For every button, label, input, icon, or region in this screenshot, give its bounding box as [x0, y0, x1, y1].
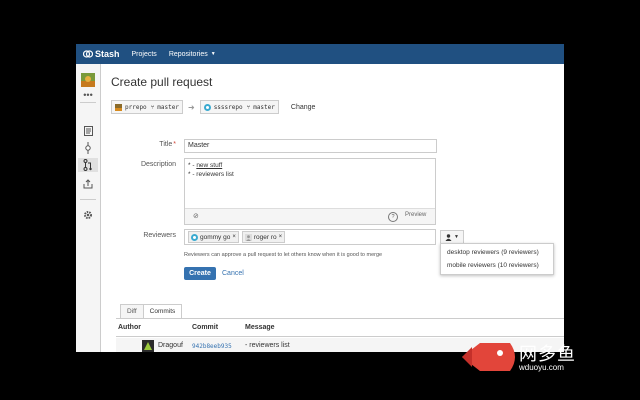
- description-line: * - reviewers list: [188, 171, 234, 178]
- stash-logo[interactable]: Stash: [83, 49, 120, 59]
- commit-message: - reviewers list: [245, 342, 290, 349]
- reviewers-hint: Reviewers can approve a pull request to …: [184, 252, 383, 258]
- description-footer: ⊘ ? Preview: [185, 208, 435, 224]
- commit-author: Dragouf: [158, 342, 183, 349]
- page-title: Create pull request: [111, 75, 213, 89]
- sidebar-divider: [80, 199, 96, 200]
- reviewer-groups-button[interactable]: ▼: [440, 230, 464, 244]
- commit-hash-link[interactable]: 942b8eeb935: [192, 343, 232, 350]
- change-link[interactable]: Change: [291, 104, 316, 111]
- repo-avatar[interactable]: [81, 73, 95, 87]
- title-input[interactable]: Master: [184, 139, 437, 153]
- nav-repositories-label: Repositories: [168, 50, 208, 58]
- help-icon[interactable]: ?: [388, 212, 398, 222]
- preview-button[interactable]: Preview: [405, 212, 426, 218]
- reviewer-chip[interactable]: gommy go ×: [188, 231, 239, 243]
- branch-icon: ⑂: [246, 103, 251, 111]
- cancel-link[interactable]: Cancel: [222, 270, 244, 277]
- attachment-icon[interactable]: ⊘: [193, 212, 199, 220]
- column-commit: Commit: [192, 324, 219, 331]
- branch-selector: prrepo ⑂ master ➜ ssssrepo ⑂ master Chan…: [111, 100, 315, 114]
- sidebar: •••: [76, 64, 101, 352]
- more-icon[interactable]: •••: [82, 91, 94, 100]
- pull-requests-icon[interactable]: [78, 158, 98, 172]
- stash-logo-icon: [83, 50, 93, 58]
- settings-icon[interactable]: [81, 208, 95, 222]
- tab-bar: Diff Commits: [120, 304, 183, 319]
- reviewer-name: gommy go: [200, 233, 231, 241]
- repo-avatar-icon: [203, 103, 211, 111]
- tab-diff[interactable]: Diff: [120, 304, 144, 319]
- reviewer-name: roger ro: [253, 233, 277, 241]
- target-repo-name: ssssrepo: [213, 103, 243, 111]
- title-label-text: Title: [159, 141, 173, 148]
- watermark-site: wduoyu.com: [519, 363, 564, 372]
- arrow-right-icon: ➜: [187, 102, 195, 112]
- nav-repositories[interactable]: Repositories ▼: [169, 51, 216, 58]
- nav-projects-label: Projects: [131, 50, 157, 58]
- repo-avatar-icon: [115, 103, 122, 111]
- create-button[interactable]: Create: [184, 267, 216, 280]
- user-avatar-icon: [191, 233, 198, 241]
- description-label: Description: [140, 161, 176, 168]
- target-branch-name: master: [253, 103, 275, 111]
- user-icon: [445, 233, 452, 241]
- reviewer-group-option[interactable]: desktop reviewers (9 reviewers): [447, 249, 539, 256]
- required-marker: *: [173, 141, 176, 148]
- reviewers-input[interactable]: gommy go × roger ro ×: [184, 229, 436, 245]
- tab-divider: [116, 318, 564, 319]
- remove-icon[interactable]: ×: [232, 234, 236, 240]
- remove-icon[interactable]: ×: [279, 234, 283, 240]
- source-repo-name: prrepo: [125, 103, 147, 111]
- column-message: Message: [245, 324, 275, 331]
- nav-projects[interactable]: Projects: [132, 51, 157, 58]
- description-textarea[interactable]: * - new stuff * - reviewers list ⊘ ? Pre…: [184, 158, 436, 225]
- branch-icon: ⑂: [150, 103, 155, 111]
- reviewer-chip[interactable]: roger ro ×: [241, 231, 286, 243]
- author-avatar: [142, 340, 154, 352]
- app-window: Stash Projects Repositories▼ ••• Create: [76, 44, 564, 352]
- logo-text: Stash: [95, 49, 120, 59]
- fork-icon[interactable]: [81, 177, 95, 191]
- chevron-down-icon: ▼: [210, 51, 216, 57]
- tab-commits[interactable]: Commits: [142, 304, 183, 319]
- source-branch-name: master: [157, 103, 179, 111]
- sidebar-divider: [80, 102, 96, 103]
- reviewers-label: Reviewers: [143, 232, 176, 239]
- reviewer-group-option[interactable]: mobile reviewers (10 reviewers): [447, 262, 539, 269]
- main-content: Create pull request prrepo ⑂ master ➜ ss…: [100, 64, 564, 352]
- column-author: Author: [118, 324, 141, 331]
- user-avatar-icon: [244, 233, 252, 241]
- source-icon[interactable]: [81, 124, 95, 138]
- commits-icon[interactable]: [81, 141, 95, 155]
- reviewer-groups-dropdown: desktop reviewers (9 reviewers) mobile r…: [440, 243, 554, 275]
- title-label: Title*: [116, 141, 176, 148]
- description-text: new stuff: [196, 162, 223, 169]
- target-branch[interactable]: ssssrepo ⑂ master: [199, 100, 279, 114]
- source-branch[interactable]: prrepo ⑂ master: [111, 100, 183, 114]
- top-navigation-bar: Stash Projects Repositories ▼: [76, 44, 564, 64]
- description-line: * - new stuff: [188, 162, 223, 169]
- chevron-down-icon: ▼: [454, 234, 459, 240]
